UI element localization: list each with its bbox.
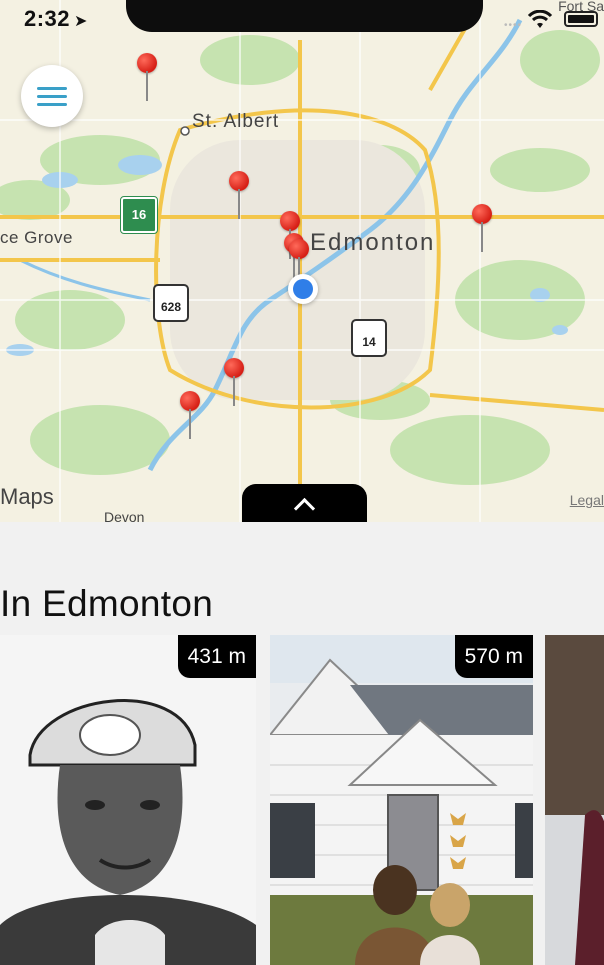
apple-maps-logo: Maps bbox=[0, 484, 54, 509]
pin-head bbox=[137, 53, 157, 73]
pin-stick bbox=[233, 376, 235, 406]
chevron-up-icon bbox=[293, 497, 316, 519]
pin-head bbox=[180, 391, 200, 411]
pin-stick bbox=[146, 71, 148, 101]
map-label-devon: Devon bbox=[104, 509, 145, 522]
pin-head bbox=[289, 239, 309, 259]
highway-628-shield: 628 bbox=[153, 284, 189, 322]
pin-head bbox=[472, 204, 492, 224]
map-pin[interactable] bbox=[180, 391, 202, 451]
wifi-icon bbox=[528, 10, 552, 28]
section-title: In Edmonton bbox=[0, 583, 214, 624]
map-label-edmonton: Edmonton bbox=[310, 229, 436, 256]
pin-stick bbox=[238, 189, 240, 219]
legal-link[interactable]: Legal bbox=[570, 492, 604, 508]
pin-head bbox=[280, 211, 300, 231]
map-pin[interactable] bbox=[224, 358, 246, 418]
pin-head bbox=[229, 171, 249, 191]
pin-stick bbox=[189, 409, 191, 439]
user-location-dot bbox=[288, 274, 318, 304]
pin-stick bbox=[481, 222, 483, 252]
map-view[interactable]: 2:32 ➤ •••• Fort Sa St. Albert Edmonton c… bbox=[0, 0, 604, 522]
cellular-signal-icon: •••• bbox=[503, 20, 522, 31]
house-photo bbox=[270, 635, 533, 965]
highway-16-shield: 16 bbox=[120, 196, 158, 234]
distance-badge: 570 m bbox=[454, 635, 533, 678]
expand-sheet-button[interactable] bbox=[242, 484, 367, 522]
status-time: 2:32 ➤ bbox=[24, 6, 88, 31]
highway-14-shield: 14 bbox=[351, 319, 387, 357]
story-card[interactable] bbox=[545, 635, 604, 965]
hamburger-icon bbox=[37, 82, 67, 111]
map-label-spruce-grove: ce Grove bbox=[0, 228, 73, 247]
map-pin[interactable] bbox=[229, 171, 251, 231]
story-card[interactable]: 570 m bbox=[270, 635, 533, 965]
menu-button[interactable] bbox=[21, 65, 83, 127]
pin-head bbox=[224, 358, 244, 378]
card-photo bbox=[545, 635, 604, 965]
location-arrow-icon: ➤ bbox=[74, 13, 88, 30]
portrait-photo bbox=[0, 635, 256, 965]
map-pin[interactable] bbox=[472, 204, 494, 264]
story-card[interactable]: 431 m bbox=[0, 635, 256, 965]
map-pin[interactable] bbox=[137, 53, 159, 113]
device-notch bbox=[126, 0, 483, 32]
map-label-st-albert: St. Albert bbox=[192, 111, 280, 132]
map-label-fort: Fort Sa bbox=[558, 0, 604, 14]
distance-badge: 431 m bbox=[177, 635, 256, 678]
